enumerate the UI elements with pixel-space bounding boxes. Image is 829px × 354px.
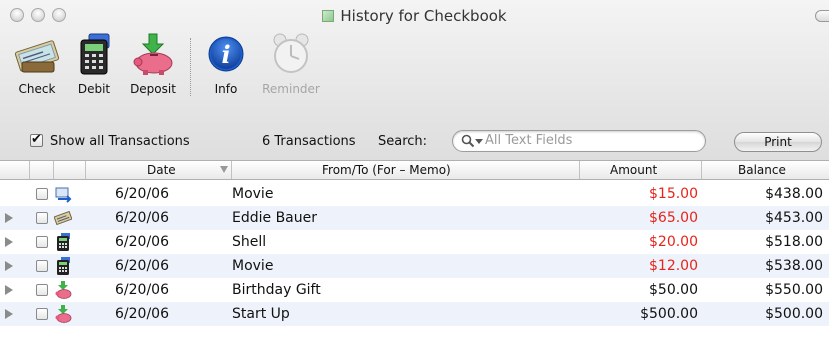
amount-column-header[interactable]: Amount <box>580 161 702 179</box>
show-all-checkbox[interactable]: ✔ <box>30 133 43 147</box>
amount-header-label: Amount <box>610 163 658 177</box>
row-payee: Shell <box>232 234 267 250</box>
check-icon <box>54 210 72 226</box>
row-payee: Movie <box>232 186 274 202</box>
row-date: 6/20/06 <box>115 234 169 250</box>
table-row[interactable]: 6/20/06 Eddie Bauer $65.00 $453.00 <box>0 206 829 230</box>
reminder-button[interactable]: Reminder <box>262 32 320 96</box>
row-date: 6/20/06 <box>115 210 169 226</box>
row-checkbox[interactable] <box>36 212 48 224</box>
row-checkbox[interactable] <box>36 308 48 320</box>
search-input[interactable]: All Text Fields <box>452 130 706 152</box>
date-header-label: Date <box>147 163 176 177</box>
checkbox-column-header[interactable] <box>30 161 54 179</box>
row-amount: $500.00 <box>640 306 698 322</box>
deposit-icon <box>133 33 173 75</box>
search-placeholder: All Text Fields <box>485 133 573 148</box>
search-label: Search: <box>378 134 428 149</box>
check-icon <box>14 40 60 73</box>
toolbar-toggle-button[interactable] <box>815 10 829 22</box>
table-row[interactable]: 6/20/06 Shell $20.00 $518.00 <box>0 230 829 254</box>
row-date: 6/20/06 <box>115 306 169 322</box>
row-checkbox[interactable] <box>36 284 48 296</box>
row-checkbox[interactable] <box>36 188 48 200</box>
disclosure-triangle-icon[interactable] <box>5 309 13 319</box>
print-button[interactable]: Print <box>734 132 822 152</box>
balance-column-header[interactable]: Balance <box>702 161 829 179</box>
disclosure-triangle-icon[interactable] <box>5 237 13 247</box>
debit-card-icon <box>57 233 70 251</box>
window-title-text: History for Checkbook <box>340 7 507 25</box>
deposit-icon <box>55 281 72 299</box>
disclosure-triangle-icon[interactable] <box>5 261 13 271</box>
row-balance: $538.00 <box>765 258 823 274</box>
reminder-label: Reminder <box>262 82 320 96</box>
table-header: Date From/To (For – Memo) Amount Balance <box>0 160 829 180</box>
table-row[interactable]: 6/20/06 Start Up $500.00 $500.00 <box>0 302 829 326</box>
row-balance: $453.00 <box>765 210 823 226</box>
debit-card-icon <box>80 33 110 75</box>
deposit-icon <box>55 305 72 323</box>
row-balance: $438.00 <box>765 186 823 202</box>
debit-card-icon <box>57 257 70 275</box>
date-column-header[interactable]: Date <box>86 161 232 179</box>
row-amount: $20.00 <box>649 234 698 250</box>
row-checkbox[interactable] <box>36 236 48 248</box>
row-payee: Birthday Gift <box>232 282 321 298</box>
row-amount: $65.00 <box>649 210 698 226</box>
table-row[interactable]: 6/20/06 Movie $15.00 $438.00 <box>0 182 829 206</box>
row-payee: Start Up <box>232 306 290 322</box>
row-balance: $518.00 <box>765 234 823 250</box>
document-icon <box>322 10 335 22</box>
debit-button[interactable]: Debit <box>72 32 116 96</box>
row-amount: $50.00 <box>649 282 698 298</box>
row-date: 6/20/06 <box>115 186 169 202</box>
transfer-icon <box>55 187 72 203</box>
row-checkbox[interactable] <box>36 260 48 272</box>
history-window: History for Checkbook Check Debit Deposi… <box>0 0 829 354</box>
row-amount: $15.00 <box>649 186 698 202</box>
check-button[interactable]: Check <box>12 32 62 96</box>
title-bar: History for Checkbook <box>0 0 829 30</box>
row-payee: Eddie Bauer <box>232 210 317 226</box>
info-button[interactable]: i Info <box>206 32 246 96</box>
row-date: 6/20/06 <box>115 282 169 298</box>
row-balance: $500.00 <box>765 306 823 322</box>
payee-header-label: From/To (For – Memo) <box>322 163 451 177</box>
row-amount: $12.00 <box>649 258 698 274</box>
table-row[interactable]: 6/20/06 Movie $12.00 $538.00 <box>0 254 829 278</box>
info-icon: i <box>208 36 244 72</box>
table-row[interactable]: 6/20/06 Birthday Gift $50.00 $550.00 <box>0 278 829 302</box>
expander-column-header[interactable] <box>0 161 30 179</box>
search-icon <box>461 134 475 148</box>
show-all-label: Show all Transactions <box>50 134 190 149</box>
svg-text:i: i <box>221 40 230 69</box>
row-date: 6/20/06 <box>115 258 169 274</box>
payee-column-header[interactable]: From/To (For – Memo) <box>232 161 580 179</box>
chevron-down-icon[interactable] <box>475 139 483 145</box>
row-balance: $550.00 <box>765 282 823 298</box>
window-title: History for Checkbook <box>0 7 829 25</box>
filter-bar: ✔ Show all Transactions 6 Transactions S… <box>0 126 829 160</box>
alarm-clock-icon <box>273 33 309 73</box>
icon-column-header[interactable] <box>54 161 86 179</box>
deposit-button[interactable]: Deposit <box>126 32 180 96</box>
row-payee: Movie <box>232 258 274 274</box>
disclosure-triangle-icon[interactable] <box>5 213 13 223</box>
transaction-count: 6 Transactions <box>262 134 356 149</box>
sort-descending-icon <box>220 166 228 173</box>
disclosure-triangle-icon[interactable] <box>5 285 13 295</box>
balance-header-label: Balance <box>738 163 786 177</box>
